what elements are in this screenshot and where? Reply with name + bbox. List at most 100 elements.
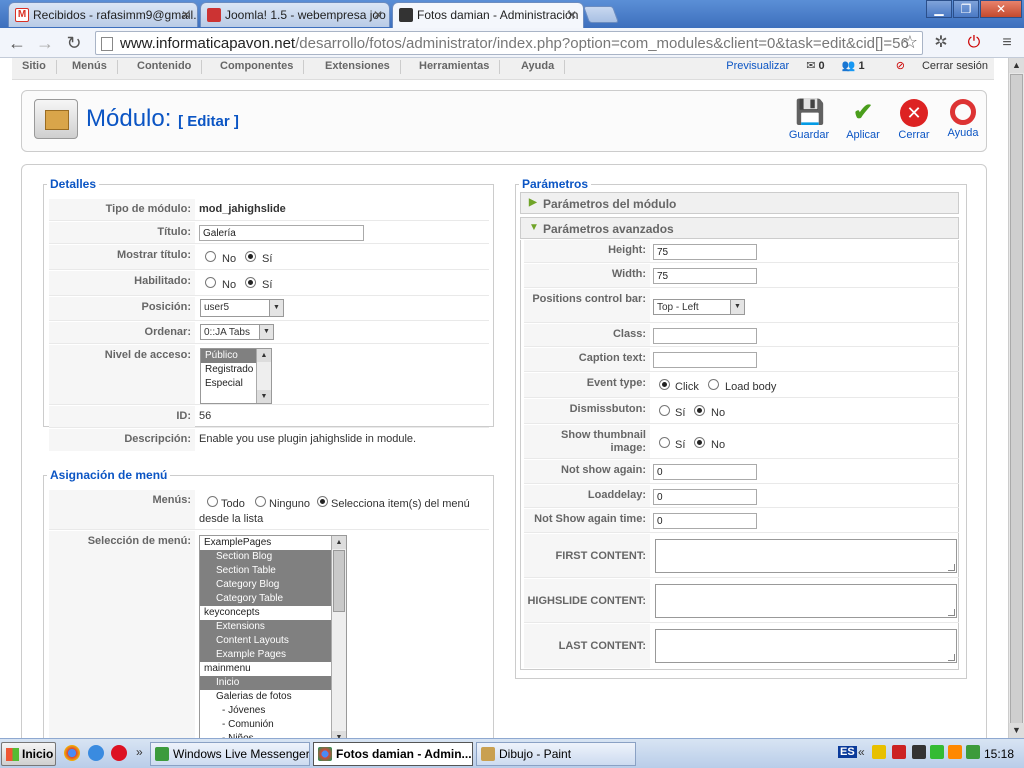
adblock-icon[interactable]: ⏻: [965, 34, 983, 52]
order-select[interactable]: 0::JA Tabs ▼: [200, 324, 274, 340]
loaddelay-input[interactable]: 0: [653, 489, 757, 505]
menu-list-item[interactable]: Category Blog: [200, 578, 346, 592]
access-listbox[interactable]: Público Registrado Especial ▲ ▼: [200, 348, 272, 404]
messenger-tray-icon[interactable]: [948, 745, 962, 759]
close-tab-icon[interactable]: ✕: [373, 8, 383, 22]
close-tab-icon[interactable]: ✕: [567, 8, 577, 22]
menu-list-item[interactable]: Inicio: [200, 676, 346, 690]
menu-ayuda[interactable]: Ayuda: [511, 60, 566, 74]
menu-list-item[interactable]: Section Blog: [200, 550, 346, 564]
chevron-left-icon[interactable]: «: [858, 745, 865, 759]
scroll-down-icon[interactable]: ▼: [1009, 723, 1024, 738]
thumbnail-no-radio[interactable]: [694, 437, 705, 448]
network-icon[interactable]: [912, 745, 926, 759]
menu-list-item[interactable]: keyconcepts: [200, 606, 346, 620]
highslide-content-textarea[interactable]: [655, 584, 957, 618]
scroll-thumb[interactable]: [1010, 74, 1023, 724]
showtitle-si-radio[interactable]: [245, 251, 256, 262]
extension-icon[interactable]: ✲: [932, 34, 950, 52]
close-tab-icon[interactable]: ✕: [181, 8, 191, 22]
chrome-icon[interactable]: [64, 745, 80, 761]
dismiss-no-radio[interactable]: [694, 405, 705, 416]
thumbnail-si-radio[interactable]: [659, 437, 670, 448]
new-tab-button[interactable]: [582, 6, 620, 23]
flash-icon[interactable]: [111, 745, 127, 761]
menu-list-item[interactable]: - Comunión: [200, 718, 346, 732]
wrench-menu-icon[interactable]: ≡: [998, 34, 1016, 52]
notshow-input[interactable]: 0: [653, 464, 757, 480]
logout-link[interactable]: ⊘ Cerrar sesión: [882, 60, 988, 72]
position-bar-select[interactable]: Top - Left ▼: [653, 299, 745, 315]
menu-herramientas[interactable]: Herramientas: [409, 60, 501, 74]
menu-sitio[interactable]: Sitio: [12, 60, 57, 74]
height-input[interactable]: 75: [653, 244, 757, 260]
chevron-right-icon[interactable]: »: [136, 745, 143, 759]
menu-contenido[interactable]: Contenido: [127, 60, 203, 74]
module-params-pane[interactable]: ▶ Parámetros del módulo: [520, 192, 959, 214]
event-click-radio[interactable]: [659, 379, 670, 390]
reload-icon[interactable]: ↻: [63, 32, 85, 54]
enabled-si-radio[interactable]: [245, 277, 256, 288]
task-paint[interactable]: Dibujo - Paint: [476, 742, 636, 766]
title-input[interactable]: Galería: [199, 225, 364, 241]
scroll-up-icon[interactable]: ▲: [1009, 58, 1024, 73]
task-browser[interactable]: Fotos damian - Admin...: [313, 742, 473, 766]
menu-menus[interactable]: Menús: [62, 60, 118, 74]
bookmark-star-icon[interactable]: ☆: [902, 32, 918, 53]
signal-icon[interactable]: [930, 745, 944, 759]
width-input[interactable]: 75: [653, 268, 757, 284]
enabled-no-radio[interactable]: [205, 277, 216, 288]
dismiss-si-radio[interactable]: [659, 405, 670, 416]
menu-list-item[interactable]: - Jóvenes: [200, 704, 346, 718]
close-window-button[interactable]: ✕: [980, 0, 1022, 18]
access-scrollbar[interactable]: ▲ ▼: [256, 349, 271, 403]
scroll-down-icon[interactable]: ▼: [332, 731, 346, 738]
help-button[interactable]: Ayuda: [937, 99, 989, 139]
browser-tab-joomla[interactable]: Joomla! 1.5 - webempresa joo ✕: [200, 2, 390, 27]
caption-input[interactable]: [653, 352, 757, 368]
menu-list-item[interactable]: Galerias de fotos: [200, 690, 346, 704]
position-select[interactable]: user5 ▼: [200, 299, 284, 317]
menu-componentes[interactable]: Componentes: [210, 60, 305, 74]
browser-tab-fotos[interactable]: Fotos damian - Administración ✕: [392, 2, 584, 28]
menus-none-radio[interactable]: [255, 496, 266, 507]
menu-list-item[interactable]: ExamplePages: [200, 536, 346, 550]
back-arrow-icon[interactable]: ←: [6, 32, 28, 54]
menu-list-scrollbar[interactable]: ▲ ▼: [331, 536, 346, 738]
menus-select-radio[interactable]: [317, 496, 328, 507]
forward-arrow-icon[interactable]: →: [34, 32, 56, 54]
menu-list-item[interactable]: mainmenu: [200, 662, 346, 676]
scroll-up-icon[interactable]: ▲: [332, 536, 346, 549]
security-icon[interactable]: [892, 745, 906, 759]
showtitle-no-radio[interactable]: [205, 251, 216, 262]
apply-button[interactable]: ✔ Aplicar: [837, 99, 889, 141]
menu-list-item[interactable]: Section Table: [200, 564, 346, 578]
last-content-textarea[interactable]: [655, 629, 957, 663]
messages-count[interactable]: ✉ 0: [806, 60, 824, 72]
maximize-button[interactable]: ❐: [953, 0, 979, 18]
menu-extensiones[interactable]: Extensiones: [315, 60, 401, 74]
scroll-thumb[interactable]: [333, 550, 345, 612]
menus-all-radio[interactable]: [207, 496, 218, 507]
page-scrollbar[interactable]: ▲ ▼: [1008, 58, 1024, 738]
update-icon[interactable]: [966, 745, 980, 759]
task-messenger[interactable]: Windows Live Messenger: [150, 742, 310, 766]
notshowtime-input[interactable]: 0: [653, 513, 757, 529]
minimize-button[interactable]: ▁: [926, 0, 952, 18]
shield-icon[interactable]: [872, 745, 886, 759]
event-load-radio[interactable]: [708, 379, 719, 390]
preview-link[interactable]: Previsualizar: [726, 60, 789, 72]
browser-tab-gmail[interactable]: M Recibidos - rafasimm9@gmail. ✕: [8, 2, 198, 27]
first-content-textarea[interactable]: [655, 539, 957, 573]
save-button[interactable]: 💾 Guardar: [783, 99, 835, 141]
scroll-up-icon[interactable]: ▲: [257, 349, 271, 362]
menu-list-item[interactable]: Content Layouts: [200, 634, 346, 648]
menu-selection-listbox[interactable]: ExamplePages Section Blog Section Table Cat…: [199, 535, 347, 738]
start-button[interactable]: Inicio: [1, 742, 56, 766]
menu-list-item[interactable]: Example Pages: [200, 648, 346, 662]
menu-list-item[interactable]: Category Table: [200, 592, 346, 606]
scroll-down-icon[interactable]: ▼: [257, 390, 271, 403]
class-input[interactable]: [653, 328, 757, 344]
menu-list-item[interactable]: Extensions: [200, 620, 346, 634]
internet-explorer-icon[interactable]: [88, 745, 104, 761]
